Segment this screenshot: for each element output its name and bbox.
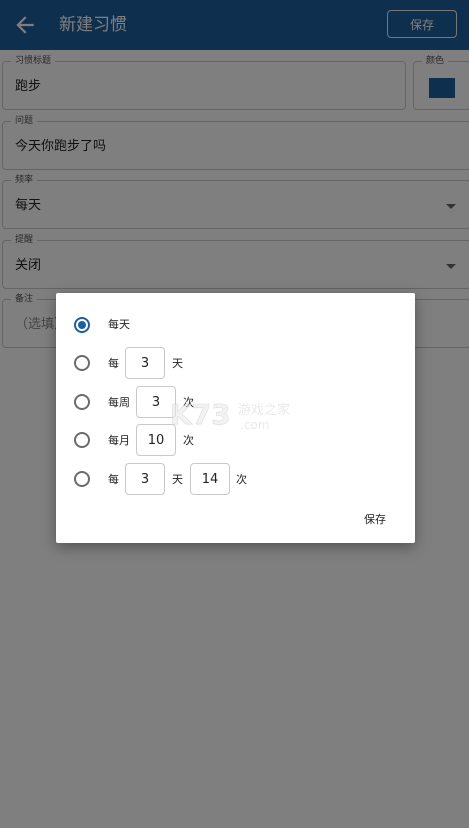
dialog-save-button[interactable]: 保存: [364, 512, 386, 528]
option-monthly-suffix: 次: [183, 434, 194, 447]
option-custom-middle: 天: [172, 473, 183, 486]
option-daily-label: 每天: [108, 318, 130, 331]
custom-days-input[interactable]: 3: [125, 463, 165, 495]
days-interval-input[interactable]: 3: [125, 347, 165, 379]
option-custom-prefix: 每: [108, 473, 119, 486]
option-every-prefix: 每: [108, 357, 119, 370]
radio-times-per-month[interactable]: [74, 432, 90, 448]
radio-every-n-days[interactable]: [74, 355, 90, 371]
svg-text:K73: K73: [170, 398, 231, 431]
radio-daily[interactable]: [74, 317, 90, 333]
watermark-logo: K73 游戏之家 .com: [170, 398, 290, 432]
option-custom-suffix: 次: [236, 473, 247, 486]
option-days-suffix: 天: [172, 357, 183, 370]
radio-x-times-in-n-days[interactable]: [74, 471, 90, 487]
svg-text:.com: .com: [240, 418, 269, 432]
option-weekly-prefix: 每周: [108, 396, 130, 409]
custom-times-input[interactable]: 14: [190, 463, 230, 495]
option-monthly-prefix: 每月: [108, 434, 130, 447]
radio-times-per-week[interactable]: [74, 394, 90, 410]
svg-text:游戏之家: 游戏之家: [238, 402, 290, 418]
